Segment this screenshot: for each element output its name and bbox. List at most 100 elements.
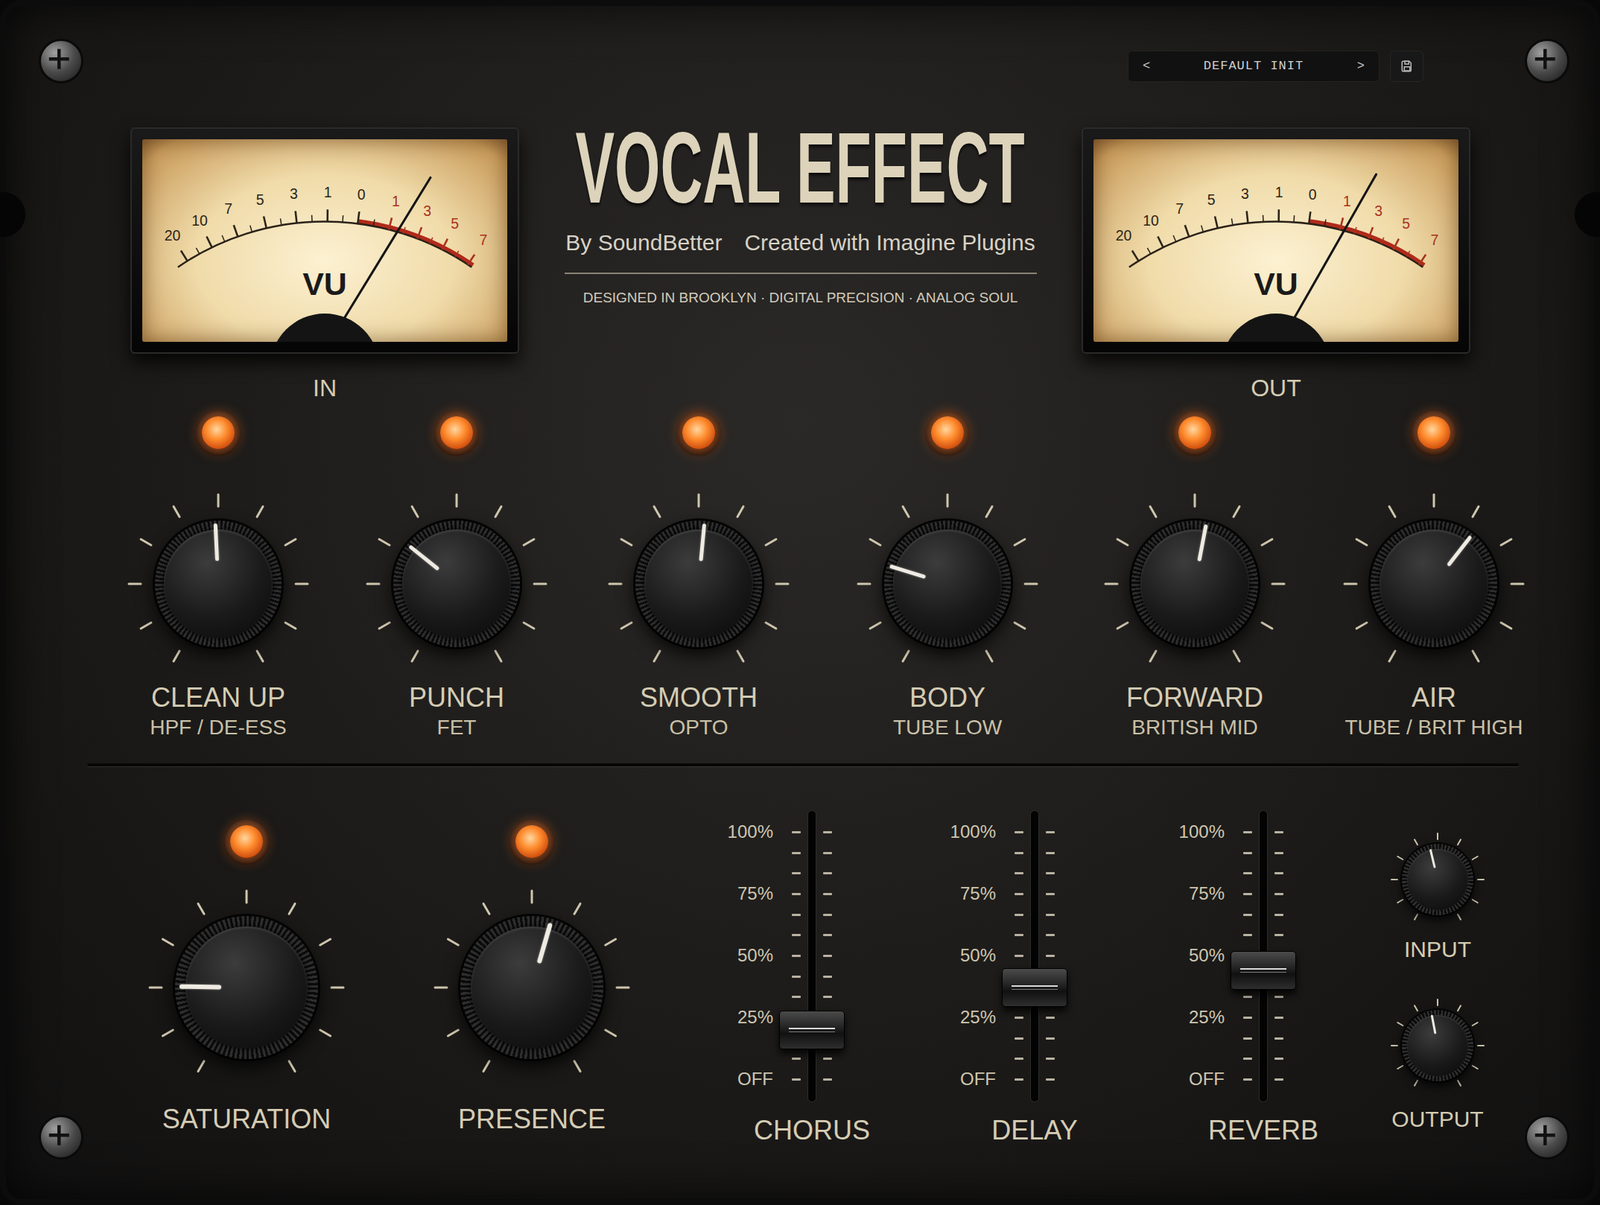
vu-mark: 5 (450, 215, 459, 232)
vu-mark: 1 (1275, 183, 1284, 201)
led (435, 411, 479, 455)
vu-mark: 3 (423, 202, 432, 219)
led (1173, 411, 1217, 455)
plugin-panel: < DEFAULT INIT > 2010753101357VUIN VOCAL… (0, 0, 1600, 1205)
knob[interactable] (1385, 993, 1490, 1098)
fader-thumb[interactable] (779, 1010, 845, 1050)
led-lamp (515, 825, 549, 859)
knob[interactable] (1097, 487, 1292, 681)
led (196, 411, 240, 455)
fader-track[interactable] (782, 811, 842, 1102)
vu-face: 2010753101357VU (142, 139, 508, 342)
knob-column: FORWARDBRITISH MID (1073, 411, 1317, 740)
title-rule (564, 272, 1037, 275)
tagline: DESIGNED IN BROOKLYN · DIGITAL PRECISION… (583, 289, 1019, 307)
led (224, 820, 269, 864)
vu-mark: 7 (1430, 231, 1440, 249)
fader-scale-label: 50% (960, 945, 996, 967)
led-lamp (440, 416, 473, 450)
vu-mark: 20 (164, 227, 182, 244)
vu-mark: 10 (191, 212, 208, 229)
knob[interactable] (601, 487, 796, 681)
fader-track[interactable] (1004, 811, 1065, 1102)
plugin-title: VOCAL EFFECT (575, 116, 1025, 219)
vu-mark: 10 (1142, 212, 1160, 229)
knob-column: BODYTUBE LOW (821, 411, 1074, 740)
vu-mark: 1 (1343, 192, 1352, 210)
fader-scale-label: 25% (1188, 1007, 1225, 1028)
preset-name: DEFAULT INIT (1203, 56, 1304, 76)
fader-thumb[interactable] (1001, 968, 1068, 1008)
section-divider (87, 763, 1519, 767)
knob-column: SATURATION (105, 811, 389, 1135)
vu-mark: 7 (224, 200, 233, 217)
knob-pointer (1345, 495, 1524, 674)
knob[interactable] (1337, 487, 1531, 681)
knob-column: SMOOTHOPTO (575, 411, 822, 740)
led-lamp (1178, 416, 1212, 450)
preset-next-button[interactable]: > (1354, 56, 1368, 76)
screw-icon (1524, 1115, 1570, 1160)
knob-pointer (1394, 836, 1481, 923)
knob-sublabel: OPTO (669, 715, 729, 740)
fader-label: DELAY (991, 1115, 1078, 1146)
led-lamp (682, 416, 716, 450)
knob-column: PUNCHFET (337, 411, 576, 740)
led-lamp (201, 416, 235, 450)
knob[interactable] (850, 487, 1045, 681)
fader-scale-label: 100% (1179, 821, 1225, 843)
screw-icon (38, 38, 84, 84)
knob[interactable] (427, 883, 637, 1092)
trim-label: OUTPUT (1391, 1106, 1484, 1133)
knob-column: CLEAN UPHPF / DE-ESS (99, 411, 338, 740)
fader-scale-label: 50% (1188, 945, 1225, 967)
led-lamp (230, 825, 263, 859)
knob-label: PUNCH (408, 683, 505, 713)
knob-pointer (443, 899, 621, 1077)
fader-scale-label: OFF (960, 1068, 996, 1090)
fader: 100%75%50%25%OFFREVERB (1162, 811, 1294, 1146)
fader: 100%75%50%25%OFFDELAY (933, 811, 1065, 1146)
save-icon (1400, 59, 1414, 73)
led (1412, 411, 1456, 455)
screw-icon (1524, 38, 1570, 84)
knob-label: FORWARD (1126, 683, 1264, 713)
knob-sublabel: BRITISH MID (1131, 715, 1259, 740)
vu-mark: 0 (357, 186, 366, 203)
vu-scale: 2010753101357VU (1093, 139, 1459, 342)
fader-scale-label: OFF (1188, 1068, 1225, 1090)
knob-pointer (367, 495, 546, 674)
knob-pointer (629, 514, 768, 653)
vu-meter: 2010753101357VUOUT (1081, 127, 1471, 406)
trim-column: INPUTOUTPUT (1370, 811, 1505, 1133)
led (510, 820, 554, 864)
vu-mark: 1 (391, 192, 400, 210)
vu-mark: 3 (1240, 185, 1250, 202)
fader-label: CHORUS (753, 1115, 871, 1146)
save-button[interactable] (1389, 50, 1424, 82)
fader-track[interactable] (1233, 811, 1294, 1102)
knob-sublabel: TUBE LOW (893, 715, 1002, 740)
fader-scale-label: 25% (737, 1007, 774, 1028)
panel-notch (0, 192, 26, 237)
led-lamp (1417, 416, 1451, 450)
vu-mark: 3 (289, 185, 298, 202)
credit: Created with Imagine Plugins (744, 229, 1035, 257)
knob-label: SMOOTH (639, 683, 758, 713)
knob[interactable] (142, 883, 351, 1092)
vu-face: 2010753101357VU (1093, 139, 1459, 342)
knob-pointer (1121, 510, 1270, 659)
fader-thumb[interactable] (1230, 951, 1297, 990)
vu-unit: VU (1253, 265, 1299, 302)
knob[interactable] (1385, 827, 1490, 932)
knob-column: PRESENCE (388, 811, 676, 1135)
fader-scale-label: OFF (737, 1068, 774, 1090)
knob-pointer (1395, 1004, 1480, 1088)
vu-mark: 0 (1308, 186, 1317, 203)
knob-sublabel: FET (437, 715, 477, 740)
knob[interactable] (121, 487, 316, 681)
knob[interactable] (359, 487, 554, 681)
knob-label: AIR (1411, 683, 1457, 713)
preset-prev-button[interactable]: < (1139, 56, 1154, 76)
led (925, 411, 970, 455)
